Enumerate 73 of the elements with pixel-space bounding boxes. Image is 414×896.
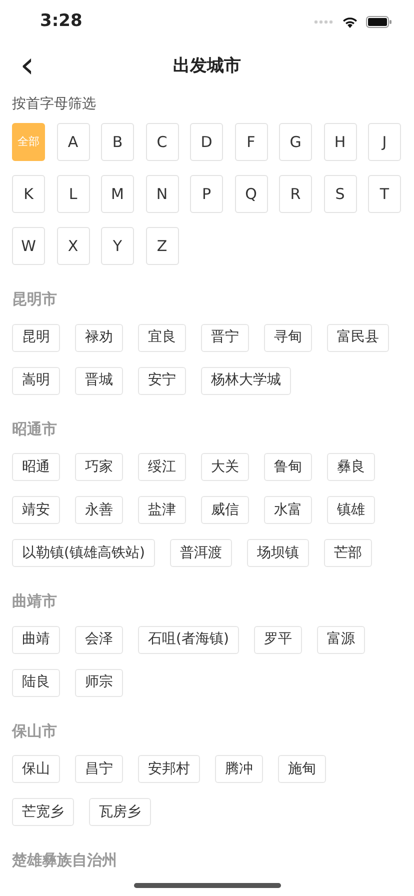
letter-filter-button[interactable]: Y — [101, 227, 134, 265]
city-chip[interactable]: 会泽 — [75, 626, 123, 654]
letter-filter-button[interactable]: N — [146, 175, 178, 213]
city-chip[interactable]: 场坝镇 — [246, 539, 309, 567]
city-chip[interactable]: 晋宁 — [201, 324, 249, 352]
city-chip[interactable]: 嵩明 — [12, 366, 60, 394]
section-title: 保山市 — [12, 720, 58, 742]
city-chip[interactable]: 普洱渡 — [170, 539, 232, 567]
letter-filter-button[interactable]: R — [279, 175, 312, 213]
letter-filter-button[interactable]: S — [324, 175, 356, 213]
city-chip[interactable]: 安邦村 — [138, 755, 200, 783]
battery-icon — [366, 16, 392, 28]
city-chip[interactable]: 杨林大学城 — [201, 366, 291, 394]
city-chip[interactable]: 宜良 — [138, 324, 186, 352]
city-chip[interactable]: 石咀(者海镇) — [138, 626, 239, 654]
signal-icon — [314, 20, 334, 24]
letter-filter-button[interactable]: D — [190, 123, 223, 161]
city-chip[interactable]: 腾冲 — [215, 755, 263, 783]
city-chip[interactable]: 威信 — [201, 496, 249, 524]
section-title: 曲靖市 — [12, 591, 58, 612]
letter-filter-button[interactable]: L — [56, 175, 90, 213]
letter-filter-button[interactable]: F — [234, 123, 268, 161]
city-chip[interactable]: 彝良 — [327, 453, 375, 481]
letter-filter-button[interactable]: M — [101, 175, 134, 213]
letter-filter-button[interactable]: Q — [234, 175, 268, 213]
back-button[interactable]: ‹ — [12, 48, 42, 84]
city-chip[interactable]: 保山 — [12, 755, 60, 783]
page-title: 出发城市 — [173, 55, 241, 78]
city-chip[interactable]: 寻甸 — [264, 324, 312, 352]
letter-filter-button[interactable]: P — [190, 175, 223, 213]
city-chip[interactable]: 盐津 — [138, 496, 186, 524]
city-chip[interactable]: 富民县 — [327, 324, 389, 352]
section-title: 楚雄彝族自治州 — [12, 850, 118, 871]
city-chip[interactable]: 富源 — [316, 626, 365, 654]
filter-label: 按首字母筛选 — [12, 95, 97, 114]
city-chip[interactable]: 大关 — [201, 453, 249, 481]
city-chip[interactable]: 陆良 — [12, 668, 60, 696]
letter-filter-button[interactable]: H — [324, 123, 356, 161]
city-chip[interactable]: 安宁 — [138, 366, 186, 394]
city-chip[interactable]: 鲁甸 — [264, 453, 312, 481]
city-chip[interactable]: 芒部 — [324, 539, 372, 567]
status-time: 3:28 — [40, 10, 82, 34]
city-chip[interactable]: 绥江 — [138, 453, 186, 481]
letter-filter-button[interactable]: J — [368, 123, 401, 161]
city-chip[interactable]: 靖安 — [12, 496, 60, 524]
city-chip[interactable]: 以勒镇(镇雄高铁站) — [12, 539, 155, 567]
city-chip[interactable]: 师宗 — [75, 668, 123, 696]
city-chip[interactable]: 曲靖 — [12, 626, 60, 654]
letter-filter-button[interactable]: W — [12, 227, 45, 265]
wifi-icon — [342, 16, 358, 28]
city-chip[interactable]: 昌宁 — [75, 755, 123, 783]
section-title: 昭通市 — [12, 418, 58, 440]
city-chip[interactable]: 镇雄 — [327, 496, 375, 524]
letter-filter-button[interactable]: K — [12, 175, 45, 213]
city-chip[interactable]: 昆明 — [12, 324, 60, 352]
city-chip[interactable]: 瓦房乡 — [89, 798, 151, 826]
city-chip[interactable]: 昭通 — [12, 453, 60, 481]
city-chip[interactable]: 水富 — [264, 496, 312, 524]
city-chip[interactable]: 施甸 — [278, 755, 326, 783]
city-chip[interactable]: 晋城 — [75, 366, 123, 394]
section-title: 昆明市 — [12, 289, 58, 310]
letter-filter-button[interactable]: C — [146, 123, 178, 161]
city-chip[interactable]: 芒宽乡 — [12, 798, 74, 826]
letter-filter-button[interactable]: G — [279, 123, 312, 161]
letter-filter-button[interactable]: A — [56, 123, 90, 161]
letter-filter-button[interactable]: Z — [146, 227, 178, 265]
letter-filter-button[interactable]: B — [101, 123, 134, 161]
city-chip[interactable]: 禄劝 — [75, 324, 123, 352]
letter-filter-button[interactable]: T — [368, 175, 401, 213]
city-chip[interactable]: 永善 — [75, 496, 123, 524]
city-chip[interactable]: 罗平 — [254, 626, 302, 654]
city-chip[interactable]: 巧家 — [75, 453, 123, 481]
letter-filter-button[interactable]: X — [56, 227, 90, 265]
